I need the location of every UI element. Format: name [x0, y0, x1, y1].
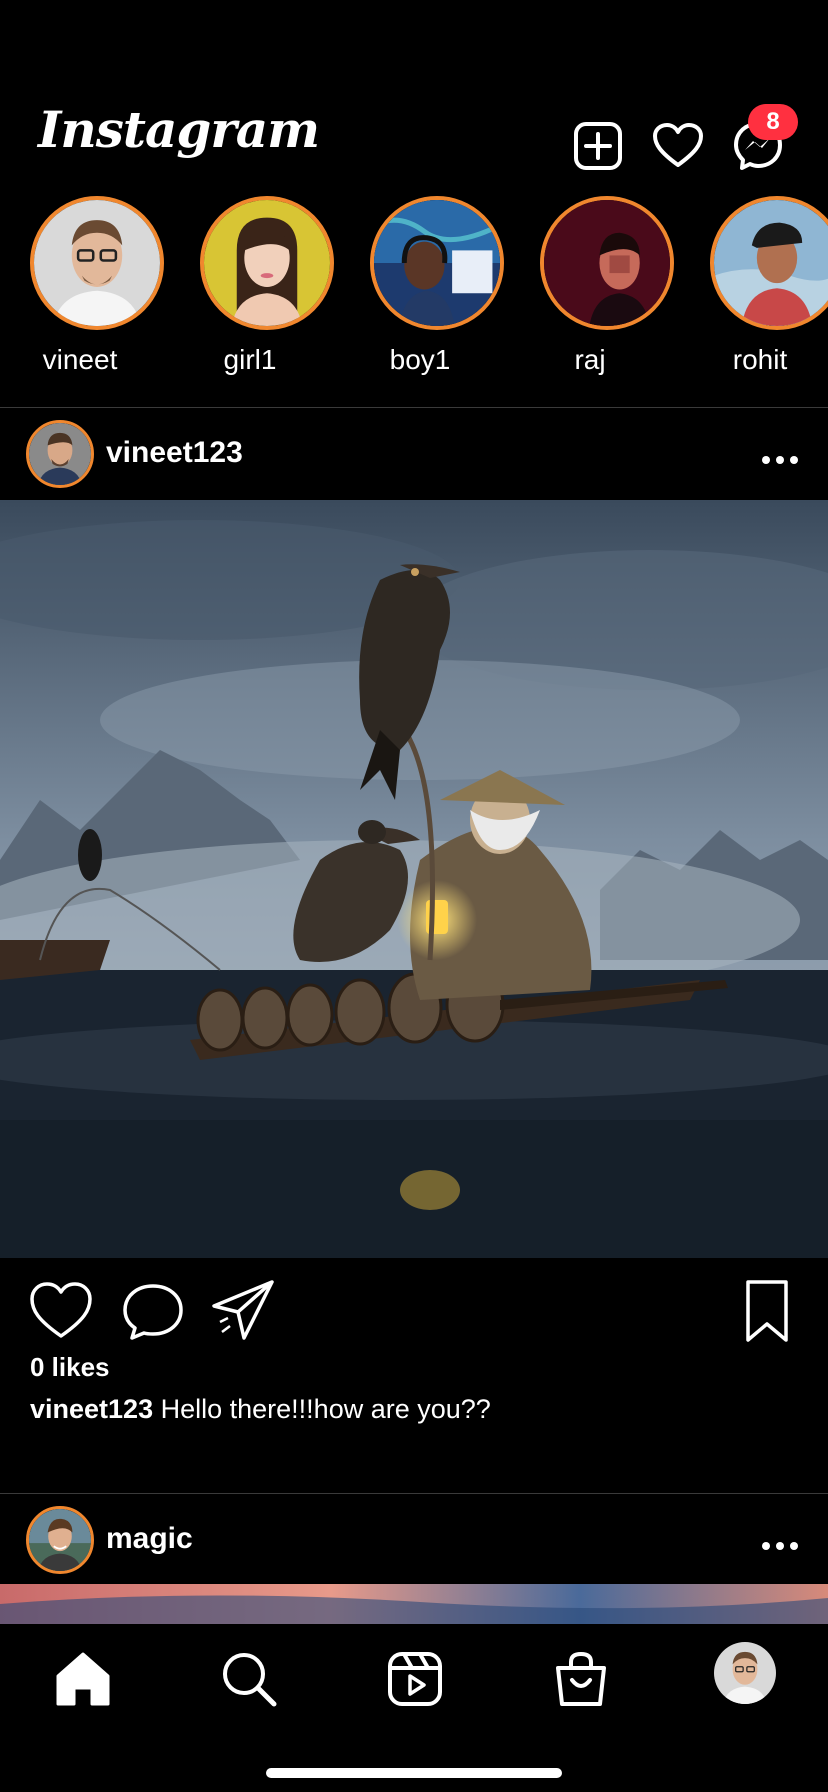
reels-icon[interactable]	[384, 1648, 446, 1710]
more-options-icon[interactable]	[760, 1540, 800, 1552]
more-options-icon[interactable]	[760, 454, 800, 466]
divider	[0, 1493, 828, 1494]
story-avatar	[710, 196, 828, 330]
post-caption: vineet123 Hello there!!!how are you??	[30, 1394, 491, 1425]
comment-icon[interactable]	[120, 1278, 186, 1344]
post-header: magic	[0, 1496, 828, 1586]
post-image[interactable]	[0, 500, 828, 1258]
instagram-logo[interactable]: Instagram	[38, 100, 320, 159]
post-header: vineet123	[0, 410, 828, 500]
post-username[interactable]: vineet123	[106, 436, 243, 470]
home-indicator	[266, 1768, 562, 1778]
share-send-icon[interactable]	[210, 1278, 276, 1344]
story-avatar	[370, 196, 504, 330]
story-avatar	[540, 196, 674, 330]
search-icon[interactable]	[218, 1648, 280, 1710]
add-post-icon[interactable]	[572, 120, 624, 172]
story-label: vineet	[42, 344, 118, 375]
caption-text: Hello there!!!how are you??	[160, 1394, 491, 1424]
story-label: boy1	[389, 344, 451, 375]
heart-icon[interactable]	[652, 120, 704, 172]
like-heart-icon[interactable]	[28, 1278, 94, 1344]
story-avatar	[30, 196, 164, 330]
likes-count[interactable]: 0 likes	[30, 1352, 110, 1383]
post-image[interactable]	[0, 1584, 828, 1624]
stories-tray: vineet girl1 boy1 raj rohit	[0, 196, 828, 396]
story-label: raj	[574, 344, 606, 375]
post-actions	[0, 1270, 828, 1350]
divider	[0, 407, 828, 408]
bookmark-icon[interactable]	[734, 1278, 800, 1344]
top-header: Instagram 8	[0, 0, 828, 190]
story-label: rohit	[732, 344, 788, 375]
profile-avatar[interactable]	[714, 1642, 776, 1704]
post-avatar[interactable]	[26, 420, 94, 488]
post-username[interactable]: magic	[106, 1522, 193, 1556]
bottom-tab-bar	[0, 1624, 828, 1792]
post-avatar[interactable]	[26, 1506, 94, 1574]
shop-icon[interactable]	[550, 1648, 612, 1710]
messenger-badge: 8	[748, 104, 798, 140]
home-icon[interactable]	[52, 1648, 114, 1710]
caption-username[interactable]: vineet123	[30, 1394, 153, 1424]
story-label: girl1	[223, 344, 277, 375]
story-avatar	[200, 196, 334, 330]
